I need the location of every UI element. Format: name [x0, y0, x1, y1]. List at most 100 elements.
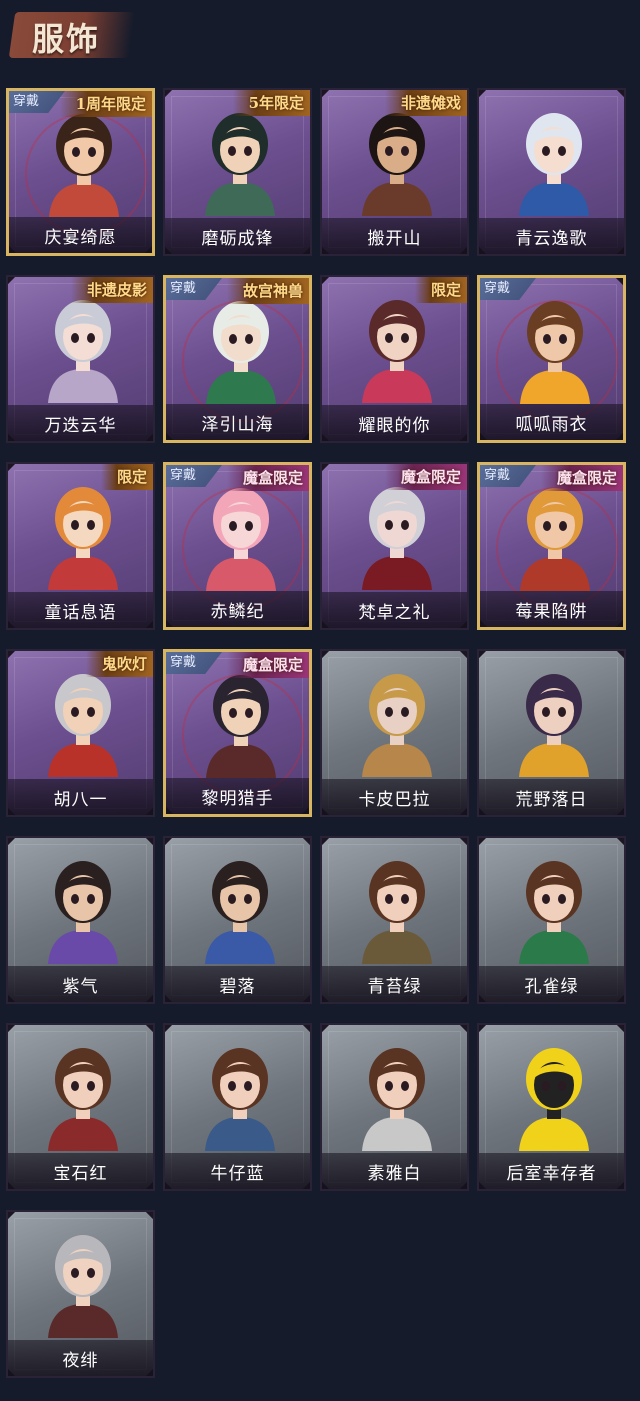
outfit-name: 耀眼的你 — [358, 415, 431, 436]
outfit-card[interactable]: 穿戴 魔盒限定 黎明猎手 — [163, 649, 312, 817]
portrait-eye — [72, 147, 80, 157]
outfit-card[interactable]: 鬼吹灯 胡八一 — [6, 649, 155, 817]
outfit-card[interactable]: 夜绯 — [6, 1210, 155, 1378]
card-corner-decoration — [459, 651, 467, 659]
character-portrait — [362, 674, 432, 777]
portrait-eye — [385, 707, 393, 717]
portrait-eye — [71, 520, 79, 530]
card-corner-decoration — [615, 278, 623, 286]
portrait-outfit — [519, 930, 589, 964]
card-label-bar: 耀眼的你 — [322, 405, 467, 441]
outfit-card[interactable]: 荒野落日 — [477, 649, 626, 817]
outfit-card[interactable]: 穿戴 故宫神兽 泽引山海 — [163, 275, 312, 443]
portrait-eye — [385, 1081, 393, 1091]
card-label-bar: 庆宴绮愿 — [9, 217, 152, 253]
card-corner-decoration — [322, 1025, 330, 1033]
card-corner-decoration — [302, 838, 310, 846]
portrait-outfit — [48, 930, 118, 964]
outfit-card[interactable]: 青苔绿 — [320, 836, 469, 1004]
outfit-card[interactable]: 5年限定磨砺成锋 — [163, 88, 312, 256]
outfit-card[interactable]: 魔盒限定 梵卓之礼 — [320, 462, 469, 630]
portrait-eye — [542, 707, 550, 717]
outfit-card[interactable]: 卡皮巴拉 — [320, 649, 469, 817]
portrait-eye — [244, 146, 252, 156]
portrait-eye — [71, 894, 79, 904]
outfit-card[interactable]: 非遗皮影 万迭云华 — [6, 275, 155, 443]
outfit-card[interactable]: 穿戴 1周年限定 庆宴绮愿 — [6, 88, 155, 256]
portrait-eye — [229, 708, 237, 718]
outfit-card[interactable]: 青云逸歌 — [477, 88, 626, 256]
outfit-name: 万迭云华 — [44, 415, 117, 436]
portrait-outfit — [48, 1117, 118, 1151]
portrait-eye — [558, 1081, 566, 1091]
portrait-eye — [87, 520, 95, 530]
portrait-outfit — [48, 369, 118, 403]
outfit-name: 童话息语 — [44, 602, 117, 623]
outfit-name: 青云逸歌 — [515, 228, 588, 249]
portrait-outfit — [362, 369, 432, 403]
card-label-bar: 荒野落日 — [479, 779, 624, 815]
card-corner-decoration — [322, 277, 330, 285]
card-label-bar: 青云逸歌 — [479, 218, 624, 254]
outfit-card[interactable]: 限定 童话息语 — [6, 462, 155, 630]
character-portrait — [48, 674, 118, 777]
card-label-bar: 碧落 — [165, 966, 310, 1002]
card-corner-decoration — [145, 838, 153, 846]
outfit-name: 宝石红 — [53, 1163, 108, 1184]
outfit-card[interactable]: 非遗傩戏搬开山 — [320, 88, 469, 256]
character-portrait — [362, 113, 432, 216]
outfit-card[interactable]: 后室幸存者 — [477, 1023, 626, 1191]
card-corner-decoration — [165, 838, 173, 846]
outfit-card[interactable]: 碧落 — [163, 836, 312, 1004]
outfit-card[interactable]: 紫气 — [6, 836, 155, 1004]
portrait-eye — [558, 146, 566, 156]
outfit-card[interactable]: 素雅白 — [320, 1023, 469, 1191]
card-label-bar: 万迭云华 — [8, 405, 153, 441]
character-portrait — [205, 861, 275, 964]
card-label-bar: 夜绯 — [8, 1340, 153, 1376]
outfit-name: 后室幸存者 — [506, 1163, 597, 1184]
card-corner-decoration — [616, 838, 624, 846]
portrait-eye — [244, 1081, 252, 1091]
portrait-eye — [385, 894, 393, 904]
card-label-bar: 梵卓之礼 — [322, 592, 467, 628]
limited-tag: 故宫神兽 — [226, 278, 309, 304]
outfit-name: 庆宴绮愿 — [44, 227, 117, 248]
portrait-eye — [559, 334, 567, 344]
outfit-card[interactable]: 穿戴 呱呱雨衣 — [477, 275, 626, 443]
card-label-bar: 孔雀绿 — [479, 966, 624, 1002]
outfit-card[interactable]: 孔雀绿 — [477, 836, 626, 1004]
outfit-name: 孔雀绿 — [524, 976, 579, 997]
portrait-outfit — [519, 182, 589, 216]
card-corner-decoration — [459, 838, 467, 846]
outfit-card[interactable]: 牛仔蓝 — [163, 1023, 312, 1191]
portrait-eye — [71, 1081, 79, 1091]
outfit-name: 泽引山海 — [201, 414, 274, 435]
portrait-outfit — [48, 743, 118, 777]
portrait-eye — [401, 146, 409, 156]
portrait-eye — [87, 1268, 95, 1278]
outfit-card[interactable]: 宝石红 — [6, 1023, 155, 1191]
portrait-eye — [401, 894, 409, 904]
limited-tag: 非遗傩戏 — [384, 90, 467, 116]
card-corner-decoration — [459, 1025, 467, 1033]
portrait-eye — [245, 334, 253, 344]
outfit-card[interactable]: 穿戴 魔盒限定 赤鳞纪 — [163, 462, 312, 630]
portrait-eye — [385, 146, 393, 156]
character-portrait — [362, 300, 432, 403]
portrait-outfit — [519, 743, 589, 777]
limited-tag: 1周年限定 — [59, 91, 152, 117]
outfit-name: 磨砺成锋 — [201, 228, 274, 249]
card-corner-decoration — [479, 90, 487, 98]
limited-tag: 5年限定 — [232, 90, 310, 116]
portrait-eye — [87, 333, 95, 343]
portrait-outfit — [362, 556, 432, 590]
outfit-card[interactable]: 限定 耀眼的你 — [320, 275, 469, 443]
card-label-bar: 搬开山 — [322, 218, 467, 254]
portrait-eye — [228, 146, 236, 156]
card-label-bar: 黎明猎手 — [166, 778, 309, 814]
portrait-eye — [87, 707, 95, 717]
portrait-eye — [558, 894, 566, 904]
outfit-card[interactable]: 穿戴 魔盒限定 莓果陷阱 — [477, 462, 626, 630]
card-label-bar: 泽引山海 — [166, 404, 309, 440]
